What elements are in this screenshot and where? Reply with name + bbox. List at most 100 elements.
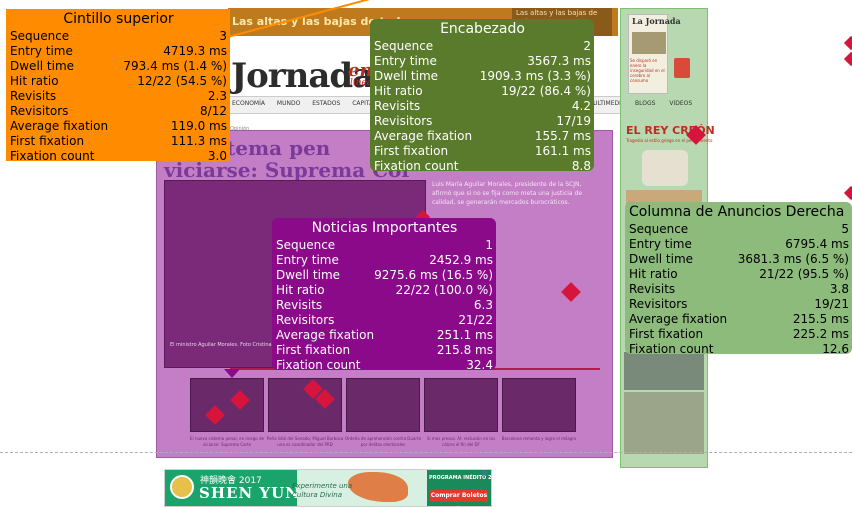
aoi-title: Encabezado <box>440 21 525 37</box>
stat-row-average-fixation: Average fixation 155.7 ms <box>374 129 591 144</box>
ad-program-label: PROGRAMA INÉDITO 2017 <box>429 475 502 481</box>
nav-items: ECONOMÍA MUNDO ESTADOS CAPITAL <box>232 100 387 107</box>
stat-value: 19/21 <box>814 297 849 311</box>
stat-label: Revisitors <box>629 297 688 311</box>
stat-value: 8.8 <box>571 159 591 173</box>
stat-label: Fixation count <box>276 358 361 372</box>
stat-label: Entry time <box>276 253 339 267</box>
stat-value: 12/22 (54.5 %) <box>137 74 227 88</box>
aoi-stats-encabezado: Encabezado Sequence 2 Entry time 3567.3 ms… <box>370 19 594 173</box>
stat-label: Sequence <box>10 29 70 43</box>
stat-label: Entry time <box>629 237 692 251</box>
stat-value: 155.7 ms <box>534 129 591 143</box>
stat-value: 3.0 <box>207 149 227 163</box>
stat-row-hit-ratio: Hit ratio 12/22 (54.5 %) <box>10 74 227 89</box>
print-edition-text: Se disparó en enero la inseguridad en el… <box>630 58 665 83</box>
stat-value: 793.4 ms (1.4 %) <box>123 59 227 73</box>
stat-value: 6795.4 ms <box>785 237 849 251</box>
news-thumbnail-caption: Ordeña de aprehensión contra Duarte por … <box>344 436 422 447</box>
stat-label: Sequence <box>629 222 689 236</box>
stat-value: 19/22 (86.4 %) <box>501 84 591 98</box>
blogs-link[interactable]: BLOGS <box>635 100 655 107</box>
stat-label: Revisits <box>276 298 323 312</box>
stat-row-sequence: Sequence 2 <box>374 39 591 54</box>
videos-link[interactable]: VIDEOS <box>669 100 692 107</box>
stat-row-fixation-count: Fixation count 12.6 <box>629 342 849 357</box>
stat-value: 161.1 ms <box>534 144 591 158</box>
print-edition-photo <box>632 32 666 54</box>
stat-value: 8/12 <box>200 104 227 118</box>
stat-label: First fixation <box>374 144 449 158</box>
stat-label: Entry time <box>374 54 437 68</box>
stat-row-sequence: Sequence 5 <box>629 222 849 237</box>
ad-close-icon[interactable]: ⊠ <box>482 470 488 478</box>
stat-label: Revisitors <box>374 114 433 128</box>
nav-item-economia[interactable]: ECONOMÍA <box>232 100 265 107</box>
stat-label: Entry time <box>10 44 73 58</box>
stat-row-average-fixation: Average fixation 119.0 ms <box>10 119 227 134</box>
stat-row-entry-time: Entry time 4719.3 ms <box>10 44 227 59</box>
site-logo-sub: línea <box>350 78 373 88</box>
stat-label: Dwell time <box>10 59 75 73</box>
stat-row-first-fixation: First fixation 225.2 ms <box>629 327 849 342</box>
stat-row-revisitors: Revisitors 19/21 <box>629 297 849 312</box>
stat-label: Hit ratio <box>10 74 59 88</box>
stat-label: Revisits <box>374 99 421 113</box>
stat-label: Revisits <box>10 89 57 103</box>
noticias-pointer <box>224 369 240 378</box>
promo-image[interactable] <box>642 150 688 186</box>
stat-value: 5 <box>841 222 849 236</box>
lead-summary: Luis María Aguilar Morales, presidente d… <box>432 181 583 206</box>
stat-label: Revisits <box>629 282 676 296</box>
stat-row-entry-time: Entry time 2452.9 ms <box>276 253 493 268</box>
lead-photo-caption: El ministro Aguilar Morales. Foto Cristi… <box>170 342 272 348</box>
stat-value: 17/19 <box>556 114 591 128</box>
ad-brand: SHEN YUN <box>199 484 300 502</box>
stat-value: 1 <box>485 238 493 252</box>
aoi-title: Noticias Importantes <box>311 220 458 236</box>
news-thumbnail[interactable] <box>502 378 576 432</box>
ad-logo-icon <box>170 475 194 499</box>
aoi-title: Columna de Anuncios Derecha <box>629 204 845 220</box>
stat-label: First fixation <box>276 343 351 357</box>
ad-tagline-line1: Experimente una <box>292 482 353 490</box>
stat-row-dwell-time: Dwell time 3681.3 ms (6.5 %) <box>629 252 849 267</box>
stat-value: 119.0 ms <box>170 119 227 133</box>
stat-row-hit-ratio: Hit ratio 19/22 (86.4 %) <box>374 84 591 99</box>
column-photo-top[interactable] <box>624 352 704 390</box>
nav-item-mundo[interactable]: MUNDO <box>277 100 300 107</box>
stat-label: Sequence <box>276 238 336 252</box>
nav-item-estados[interactable]: ESTADOS <box>312 100 340 107</box>
stat-label: Fixation count <box>10 149 95 163</box>
news-thumbnail-caption: El nuevo sistema penal, en riesgo de vic… <box>190 436 264 447</box>
pdf-icon[interactable] <box>674 58 690 78</box>
stat-value: 12.6 <box>822 342 849 356</box>
ad-tagline: Experimente una Cultura Divina <box>292 482 352 500</box>
stat-row-entry-time: Entry time 3567.3 ms <box>374 54 591 69</box>
stat-value: 111.3 ms <box>170 134 227 148</box>
stat-label: Dwell time <box>276 268 341 282</box>
stat-value: 6.3 <box>473 298 493 312</box>
stat-value: 215.5 ms <box>792 312 849 326</box>
blogs-videos-row: BLOGS VIDEOS <box>635 100 692 107</box>
stat-row-fixation-count: Fixation count 32.4 <box>276 358 493 373</box>
stat-value: 2 <box>583 39 591 53</box>
aoi-stats-cintillo-superior: Cintillo superior Sequence 3 Entry time 47… <box>6 9 230 163</box>
stat-value: 32.4 <box>466 358 493 372</box>
news-thumbnail-caption: Barcelona remonta y logra el milagro <box>501 436 577 441</box>
stat-row-first-fixation: First fixation 215.8 ms <box>276 343 493 358</box>
stat-value: 251.1 ms <box>436 328 493 342</box>
news-thumbnail[interactable] <box>346 378 420 432</box>
stat-label: Hit ratio <box>276 283 325 297</box>
news-thumbnail[interactable] <box>190 378 264 432</box>
stat-label: First fixation <box>10 134 85 148</box>
buy-tickets-button[interactable]: Comprar Boletos ▸ <box>430 490 488 507</box>
fold-line <box>0 452 852 453</box>
stat-label: Dwell time <box>629 252 694 266</box>
news-thumbnail[interactable] <box>424 378 498 432</box>
stat-row-revisitors: Revisitors 17/19 <box>374 114 591 129</box>
stat-label: Average fixation <box>374 129 473 143</box>
stat-row-average-fixation: Average fixation 215.5 ms <box>629 312 849 327</box>
aoi-title: Cintillo superior <box>63 11 174 27</box>
column-photo-bottom[interactable] <box>624 392 704 454</box>
